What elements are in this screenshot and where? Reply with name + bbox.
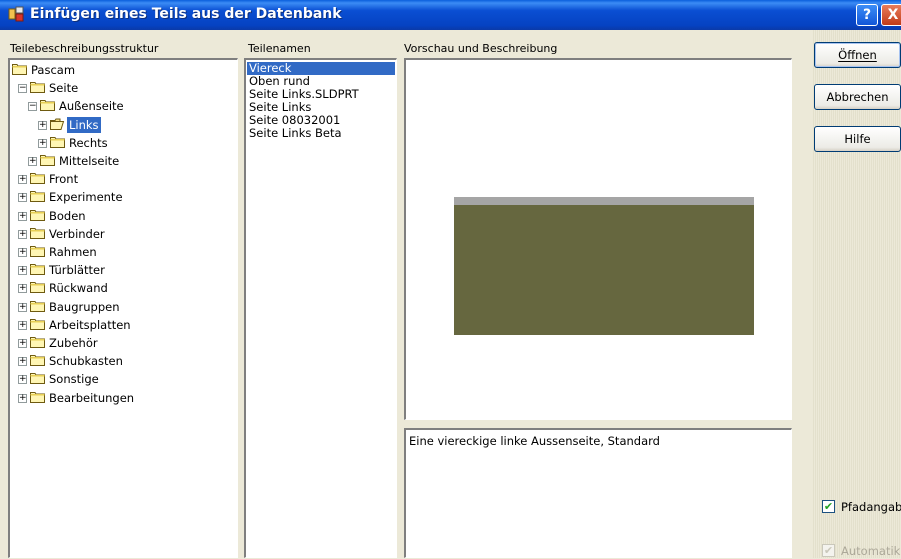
help-title-button[interactable]: ? xyxy=(856,4,878,26)
expand-icon[interactable]: + xyxy=(18,175,27,185)
tree-item-label: Rahmen xyxy=(49,245,97,259)
folder-icon xyxy=(30,227,45,239)
auto-checkbox: ✔ xyxy=(822,544,835,557)
preview-heading: Vorschau und Beschreibung xyxy=(404,42,558,55)
tree-item-label: Boden xyxy=(49,208,86,223)
window-title: Einfügen eines Teils aus der Datenbank xyxy=(30,6,342,22)
expand-icon[interactable]: + xyxy=(18,357,27,367)
part-list[interactable]: Viereck Oben rund Seite Links.SLDPRT Seite … xyxy=(244,58,397,558)
expand-icon[interactable]: + xyxy=(18,393,27,403)
expand-icon[interactable]: + xyxy=(18,339,27,348)
folder-icon xyxy=(40,155,55,166)
folder-icon xyxy=(30,300,45,312)
tree-item-label: Links xyxy=(66,115,102,134)
preview-top-edge xyxy=(454,197,754,205)
folder-icon xyxy=(30,209,45,221)
tree-item-label: Bearbeitungen xyxy=(49,390,135,405)
folder-icon xyxy=(30,337,45,348)
tree-heading: Teilebeschreibungsstruktur xyxy=(10,42,159,55)
tree-item-label: Zubehör xyxy=(49,336,98,350)
tree-item-label: Außenseite xyxy=(59,99,124,114)
folder-icon xyxy=(30,373,45,385)
folder-icon xyxy=(30,82,45,94)
folder-icon xyxy=(30,246,45,257)
part-list-item[interactable]: Seite Links Beta xyxy=(247,127,395,140)
auto-label: Automatik xyxy=(841,544,901,558)
tree-item-label: Rückwand xyxy=(49,281,108,296)
expand-icon[interactable]: + xyxy=(38,138,47,148)
description-box[interactable]: Eine viereckige linke Aussenseite, Stand… xyxy=(404,428,792,558)
folder-icon xyxy=(30,355,45,367)
expand-icon[interactable]: + xyxy=(18,266,27,276)
description-text: Eine viereckige linke Aussenseite, Stand… xyxy=(409,434,660,448)
collapse-icon[interactable]: − xyxy=(28,102,37,112)
tree-item-label: Arbeitsplatten xyxy=(49,317,131,332)
expand-icon[interactable]: + xyxy=(18,284,27,294)
tree-item-label: Mittelseite xyxy=(59,154,120,168)
tree-item-label: Schubkasten xyxy=(49,354,123,369)
folder-icon xyxy=(30,264,45,276)
folder-icon xyxy=(30,318,45,330)
app-icon xyxy=(8,6,24,22)
close-button[interactable]: X xyxy=(881,4,901,26)
expand-icon[interactable]: + xyxy=(18,302,27,312)
open-button-label: Öffnen xyxy=(838,48,877,62)
tree-item-label: Front xyxy=(49,172,79,187)
tree-item-label: Baugruppen xyxy=(49,299,120,314)
expand-icon[interactable]: + xyxy=(18,193,27,203)
insert-part-dialog: Einfügen eines Teils aus der Datenbank ?… xyxy=(0,0,901,558)
tree-item-label: Seite xyxy=(49,81,79,96)
folder-icon xyxy=(50,136,65,148)
folder-icon xyxy=(30,191,45,203)
expand-icon[interactable]: + xyxy=(18,248,27,257)
expand-icon[interactable]: + xyxy=(18,375,27,385)
folder-icon xyxy=(30,391,45,403)
folder-icon xyxy=(30,173,45,185)
expand-icon[interactable]: + xyxy=(18,229,27,239)
tree-item-label: Sonstige xyxy=(49,372,99,387)
help-button[interactable]: Hilfe xyxy=(814,126,901,152)
tree-item-label: Türblätter xyxy=(49,263,105,278)
part-preview-image xyxy=(454,197,754,335)
cancel-button[interactable]: Abbrechen xyxy=(814,84,901,110)
open-button[interactable]: Öffnen xyxy=(814,42,901,68)
tree-item-label: Verbinder xyxy=(49,226,105,241)
category-tree[interactable]: Pascam − Seite − Außenseite + Links + Rechts + Mit… xyxy=(8,58,238,558)
preview-part-body xyxy=(454,205,754,335)
folder-icon xyxy=(40,100,55,112)
expand-icon[interactable]: + xyxy=(18,211,27,221)
path-checkbox[interactable]: ✔ xyxy=(822,500,835,513)
tree-item-label: Experimente xyxy=(49,190,123,205)
expand-icon[interactable]: + xyxy=(28,157,37,166)
folder-icon xyxy=(12,64,27,75)
expand-icon[interactable]: + xyxy=(38,120,47,130)
preview-pane xyxy=(404,58,792,420)
tree-item-label: Rechts xyxy=(69,135,108,150)
open-folder-icon xyxy=(50,118,65,130)
title-bar[interactable]: Einfügen eines Teils aus der Datenbank ?… xyxy=(0,0,901,30)
tree-item-label: Pascam xyxy=(31,63,76,77)
parts-heading: Teilenamen xyxy=(248,42,311,55)
folder-icon xyxy=(30,282,45,294)
path-label: Pfadangabe xyxy=(841,500,901,514)
collapse-icon[interactable]: − xyxy=(18,84,27,94)
expand-icon[interactable]: + xyxy=(18,320,27,330)
